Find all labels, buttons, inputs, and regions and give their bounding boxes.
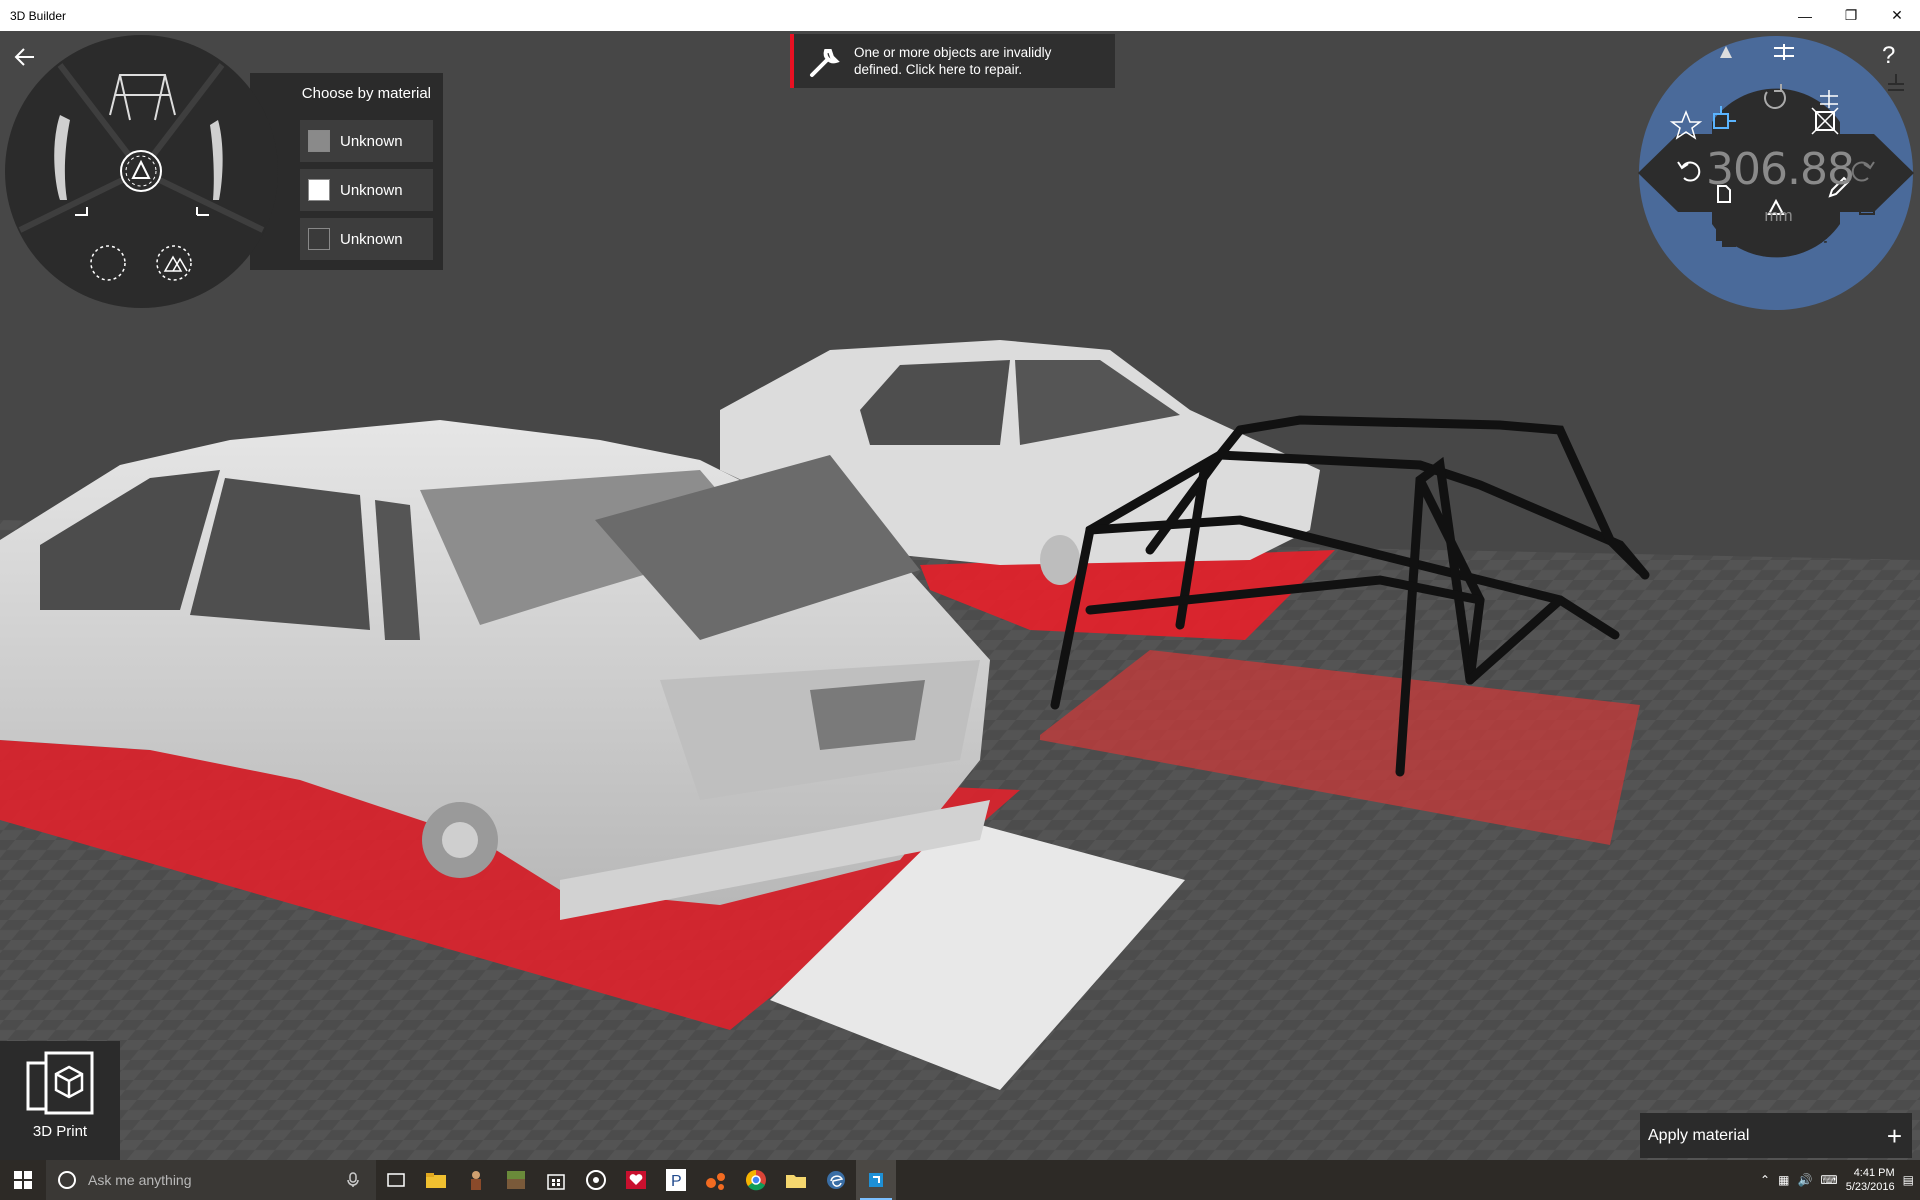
apply-material-button[interactable]: Apply material + [1640, 1113, 1912, 1158]
roll-cage-thumbnail-icon[interactable] [109, 74, 176, 121]
wrench-icon [810, 49, 840, 77]
dimension-value[interactable]: 306.88 [1706, 144, 1855, 195]
left-part-thumbnail-icon[interactable] [54, 115, 70, 200]
show-hidden-icons-icon[interactable]: ⌃ [1760, 1173, 1770, 1187]
action-center-icon[interactable]: ▤ [1903, 1173, 1914, 1187]
corner-right-icon [196, 207, 209, 216]
windows-logo-icon [14, 1171, 32, 1189]
material-item-1[interactable]: Unknown [300, 120, 433, 162]
notification-text: One or more objects are invalidly define… [854, 44, 1051, 78]
3d-builder-icon[interactable] [856, 1160, 896, 1200]
title-bar: 3D Builder — ❐ ✕ [0, 0, 1920, 31]
material-picker-panel: Choose by material Unknown Unknown Unkno… [250, 73, 443, 270]
restore-icon: ❐ [1844, 7, 1858, 23]
plus-icon: + [1886, 1120, 1902, 1151]
repair-notification[interactable]: One or more objects are invalidly define… [790, 34, 1115, 88]
select-by-material-icon[interactable] [120, 150, 162, 192]
groove-icon[interactable] [576, 1160, 616, 1200]
folder-icon[interactable] [776, 1160, 816, 1200]
restore-button[interactable]: ❐ [1828, 0, 1874, 31]
close-button[interactable]: ✕ [1874, 0, 1920, 31]
material-swatch [308, 228, 330, 250]
search-placeholder: Ask me anything [88, 1172, 192, 1188]
close-icon: ✕ [1891, 7, 1903, 23]
3d-print-label: 3D Print [32, 1123, 88, 1140]
iheart-icon[interactable] [616, 1160, 656, 1200]
microphone-icon[interactable] [346, 1172, 360, 1188]
volume-icon[interactable]: 🔊 [1797, 1173, 1812, 1187]
window-title: 3D Builder [10, 8, 67, 23]
task-view-icon[interactable] [376, 1160, 416, 1200]
notification-line-1: One or more objects are invalidly [854, 45, 1052, 60]
start-button[interactable] [0, 1160, 46, 1200]
edge-like-icon[interactable] [816, 1160, 856, 1200]
apply-material-label: Apply material [1648, 1126, 1750, 1144]
material-swatch [308, 179, 330, 201]
cortana-icon [58, 1171, 76, 1189]
keyboard-icon[interactable]: ⌨ [1820, 1173, 1837, 1187]
clock[interactable]: 4:41 PM 5/23/2016 [1846, 1166, 1895, 1194]
lay-flat-icon[interactable] [1888, 74, 1904, 91]
material-item-2[interactable]: Unknown [300, 169, 433, 211]
material-label: Unknown [340, 181, 403, 199]
corner-left-icon [75, 207, 88, 216]
selection-wheel [5, 35, 278, 308]
clock-time: 4:41 PM [1853, 1167, 1895, 1179]
file-explorer-icon[interactable] [416, 1160, 456, 1200]
select-none-icon[interactable] [90, 245, 126, 281]
notification-line-2: defined. Click here to repair. [854, 62, 1023, 77]
material-label: Unknown [340, 132, 403, 150]
3d-print-icon [26, 1051, 94, 1115]
svg-text:P: P [671, 1173, 682, 1190]
network-icon[interactable]: ▦ [1778, 1173, 1789, 1187]
right-part-thumbnail-icon[interactable] [210, 120, 223, 200]
store-icon[interactable] [536, 1160, 576, 1200]
chrome-icon[interactable] [736, 1160, 776, 1200]
search-box[interactable]: Ask me anything [46, 1160, 376, 1200]
minimize-icon: — [1798, 7, 1812, 24]
taskbar: Ask me anything P ⌃ ▦ 🔊 ⌨ 4:41 PM 5/23/2… [0, 1160, 1920, 1200]
clock-date: 5/23/2016 [1845, 1181, 1895, 1193]
scale-icon[interactable] [1811, 107, 1839, 135]
material-swatch [308, 130, 330, 152]
dimension-unit: mm [1764, 206, 1793, 225]
system-tray: ⌃ ▦ 🔊 ⌨ 4:41 PM 5/23/2016 ▤ [1760, 1166, 1920, 1194]
app-person-icon[interactable] [456, 1160, 496, 1200]
3d-print-button[interactable]: 3D Print [0, 1041, 120, 1160]
material-item-3[interactable]: Unknown [300, 218, 433, 260]
select-all-icon[interactable] [156, 245, 192, 281]
minecraft-icon[interactable] [496, 1160, 536, 1200]
material-picker-title: Choose by material [301, 85, 431, 102]
minimize-button[interactable]: — [1782, 0, 1828, 31]
material-label: Unknown [340, 230, 403, 248]
shapes-icon[interactable] [696, 1160, 736, 1200]
pandora-icon[interactable]: P [656, 1160, 696, 1200]
